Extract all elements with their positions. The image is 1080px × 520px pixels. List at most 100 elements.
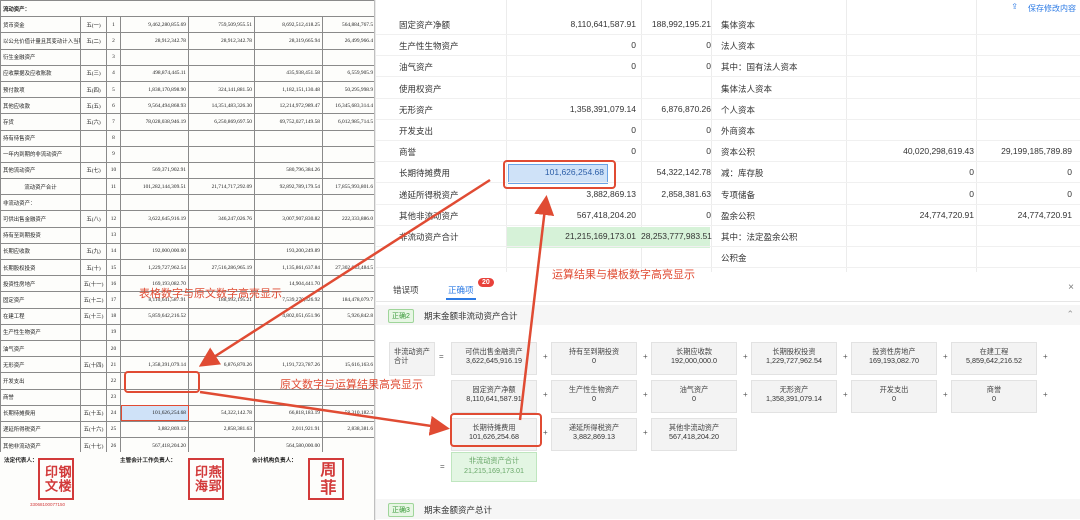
formula-term[interactable]: 在建工程 5,859,642,216.52 xyxy=(951,342,1037,375)
formula-lhs: 非流动资产合计 xyxy=(389,342,435,376)
close-icon[interactable]: × xyxy=(1068,282,1074,293)
grid-cell-value[interactable]: 6,876,870.26 xyxy=(641,104,711,114)
doc-cell: 3,882,869.13 xyxy=(120,420,189,439)
grid-cell-value[interactable]: 0 xyxy=(846,167,974,177)
doc-row-label: 生产性生物资产 xyxy=(0,323,81,341)
formula-term[interactable]: 递延所得税资产 3,882,869.13 xyxy=(551,418,637,451)
grid-cell-value[interactable]: 0 xyxy=(506,40,636,50)
accounting-head-label: 主管会计工作负责人： xyxy=(120,458,176,464)
doc-cell: 五(十) xyxy=(80,258,107,277)
template-grid: 固定资产净额 8,110,641,587.91 188,992,195.21 集体资本… xyxy=(376,0,1080,272)
doc-row-label: 无形资产 xyxy=(0,356,81,374)
doc-cell: 28,912,342.78 xyxy=(120,32,189,50)
doc-cell: 五(六) xyxy=(80,113,107,131)
rule-3-header[interactable]: 正确3 期末金额资产总计 xyxy=(376,499,1080,519)
doc-cell: 5,859,642,216.52 xyxy=(120,307,189,325)
grid-cell-value[interactable]: 188,992,195.21 xyxy=(641,19,711,29)
doc-cell: 759,509,955.51 xyxy=(188,16,255,34)
grid-cell-value[interactable]: 2,858,381.63 xyxy=(641,189,711,199)
formula-term[interactable]: 商誉 0 xyxy=(951,380,1037,413)
doc-cell xyxy=(188,129,255,147)
formula-term-value: 0 xyxy=(892,394,896,403)
grid-row-label: 生产性生物资产 xyxy=(399,41,459,52)
rule-2-title: 期末金额非流动资产合计 xyxy=(424,311,518,321)
grid-cell-value[interactable]: 0 xyxy=(641,125,711,135)
grid-cell-value[interactable]: 21,215,169,173.01 xyxy=(506,231,636,241)
grid-cell-value[interactable]: 0 xyxy=(506,61,636,71)
formula-term[interactable]: 其他非流动资产 567,418,204.20 xyxy=(651,418,737,451)
grid-cell-value[interactable]: 567,418,204.20 xyxy=(506,210,636,220)
doc-cell xyxy=(80,226,107,244)
doc-row: 其他流动资产 五(七) 10 569,371,902.91 580,796,384.26 xyxy=(0,161,374,180)
grid-cell-value[interactable]: 0 xyxy=(641,61,711,71)
rule-2-header[interactable]: 正确2 期末金额非流动资产合计 ⌃ xyxy=(376,305,1080,325)
grid-cell-value[interactable]: 1,358,391,079.14 xyxy=(506,104,636,114)
grid-cell-value[interactable]: 24,774,720.91 xyxy=(976,210,1072,220)
grid-cell-value[interactable]: 0 xyxy=(641,210,711,220)
result-tabs: 错误项 正确项 20 × xyxy=(376,278,1080,302)
grid-row-label: 油气资产 xyxy=(399,62,434,73)
chevron-up-icon[interactable]: ⌃ xyxy=(1066,309,1074,320)
grid-row: 使用权资产 集体法人资本 xyxy=(376,78,1080,99)
grid-cell-value[interactable]: 54,322,142.78 xyxy=(641,167,711,177)
formula-term[interactable]: 油气资产 0 xyxy=(651,380,737,413)
grid-row: 商誉 0 0 资本公积 40,020,298,619.43 29,199,185,789.… xyxy=(376,141,1080,162)
grid-cell-value[interactable]: 28,253,777,983.51 xyxy=(641,231,712,241)
formula-term[interactable]: 生产性生物资产 0 xyxy=(551,380,637,413)
grid-cell-value[interactable]: 0 xyxy=(976,189,1072,199)
doc-row: 应收票据及应收账款 五(三) 4 498,874,445.11 435,938,451.… xyxy=(0,64,374,82)
doc-row: 衍生金融资产 3 xyxy=(0,48,374,66)
doc-cell: 5 xyxy=(106,80,121,99)
grid-cell-value[interactable]: 0 xyxy=(506,146,636,156)
doc-cell: 1,838,170,898.90 xyxy=(120,80,189,99)
doc-cell: 18 xyxy=(106,307,121,325)
accounting-dept-seal: 周菲 xyxy=(308,458,344,500)
grid-cell-value[interactable]: 24,774,720.91 xyxy=(846,210,974,220)
grid-cell-value[interactable]: 8,110,641,587.91 xyxy=(506,19,636,29)
grid-cell-value[interactable]: 0 xyxy=(846,189,974,199)
grid-row-label: 其他非流动资产 xyxy=(399,210,459,221)
doc-cell: 3,622,645,916.19 xyxy=(120,210,189,228)
grid-cell-value[interactable]: 0 xyxy=(641,146,711,156)
doc-row: 预付款项 五(四) 5 1,838,170,898.90 324,141,881.50 1… xyxy=(0,80,374,99)
grid-cell-value[interactable]: 0 xyxy=(976,167,1072,177)
doc-cell: 17,855,993,801.6 xyxy=(321,178,374,196)
rule-3-tag: 正确3 xyxy=(388,503,414,517)
grid-cell-value[interactable]: 3,882,869.13 xyxy=(506,189,636,199)
formula-term[interactable]: 长期应收款 192,000,000.0 xyxy=(651,342,737,375)
tab-errors[interactable]: 错误项 xyxy=(393,284,419,296)
doc-cell xyxy=(254,145,323,163)
formula-term[interactable]: 无形资产 1,358,391,079.14 xyxy=(751,380,837,413)
save-changes-button[interactable]: 保存修改内容 xyxy=(1028,3,1076,14)
grid-row: 油气资产 0 0 其中：国有法人资本 xyxy=(376,56,1080,77)
grid-cell-value[interactable]: 40,020,298,619.43 xyxy=(846,146,974,156)
doc-cell: 580,796,384.26 xyxy=(254,161,323,180)
grid-cell-value[interactable]: 0 xyxy=(506,125,636,135)
formula-term[interactable]: 开发支出 0 xyxy=(851,380,937,413)
tab-correct[interactable]: 正确项 xyxy=(448,284,474,296)
formula-term[interactable]: 可供出售金融资产 3,622,645,916.19 xyxy=(451,342,537,375)
doc-cell: 4 xyxy=(106,64,121,82)
save-icon[interactable]: ⇪ xyxy=(1011,2,1018,11)
grid-row-label: 个人资本 xyxy=(721,104,756,115)
doc-cell: 54,322,142.78 xyxy=(188,404,255,422)
doc-cell: 222,333,886.0 xyxy=(321,210,374,228)
grid-cell-value[interactable]: 29,199,185,789.89 xyxy=(976,146,1072,156)
doc-row-label: 可供出售金融资产 xyxy=(0,210,81,228)
formula-term-value: 1,229,727,962.54 xyxy=(766,356,822,365)
doc-row: 长期待摊费用 五(十五) 24 101,626,254.68 54,322,142.78… xyxy=(0,404,374,422)
formula-term[interactable]: 长期股权投资 1,229,727,962.54 xyxy=(751,342,837,375)
grid-cell-value[interactable]: 0 xyxy=(641,40,711,50)
doc-cell: 1,229,727,962.54 xyxy=(120,258,189,277)
doc-cell xyxy=(188,226,255,244)
doc-cell: 19 xyxy=(106,323,121,341)
doc-row: 以公允价值计量且其变动计入当期损益的金融资产五(二)228,912,342.78… xyxy=(0,32,374,50)
formula-term[interactable]: 持有至到期投资 0 xyxy=(551,342,637,375)
doc-cell xyxy=(254,339,323,358)
doc-cell: 8 xyxy=(106,129,121,147)
formula-term[interactable]: 固定资产净额 8,110,641,587.91 xyxy=(451,380,537,413)
doc-row: 持有待售资产 8 xyxy=(0,129,374,147)
formula-term[interactable]: 投资性房地产 169,193,082.70 xyxy=(851,342,937,375)
grid-row-label: 专项储备 xyxy=(721,189,756,200)
doc-cell: 3 xyxy=(106,48,121,66)
